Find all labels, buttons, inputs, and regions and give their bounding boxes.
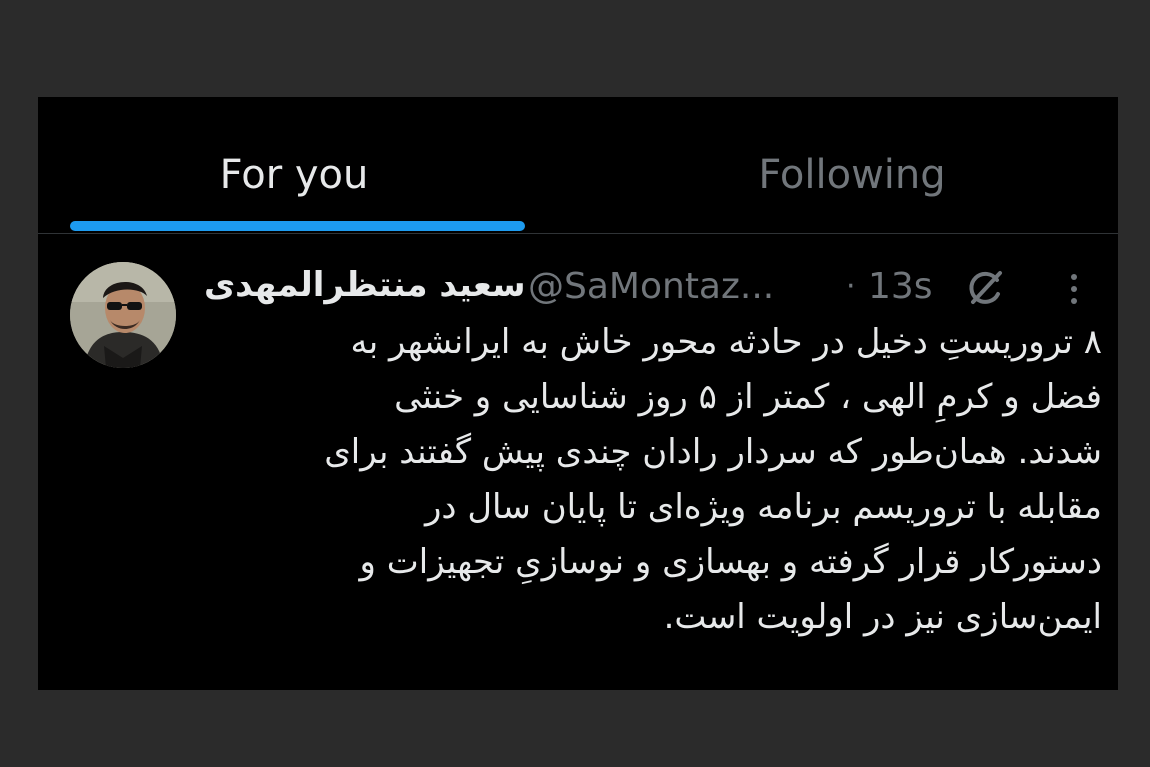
tab-following-label: Following bbox=[758, 152, 946, 198]
tab-for-you[interactable]: For you bbox=[38, 97, 578, 233]
more-options-icon[interactable] bbox=[1062, 265, 1086, 313]
more-options-dots bbox=[1071, 274, 1077, 304]
avatar-photo bbox=[70, 262, 176, 368]
tweet-timestamp[interactable]: 13s bbox=[868, 265, 933, 309]
display-name[interactable]: سعید منتظرالمهدی bbox=[204, 263, 526, 307]
user-handle[interactable]: @SaMontaz... bbox=[528, 265, 774, 309]
header-separator: · bbox=[846, 269, 856, 304]
grok-icon[interactable] bbox=[964, 267, 1006, 309]
tweet-header: سعید منتظرالمهدی @SaMontaz... · 13s bbox=[198, 257, 1118, 313]
active-tab-indicator bbox=[70, 221, 525, 231]
grok-icon-glyph bbox=[969, 271, 1002, 304]
tab-following[interactable]: Following bbox=[578, 97, 1118, 233]
timeline-screen: For you Following سعید منتظرالمهدی @SaMo… bbox=[38, 97, 1118, 690]
timeline-tabs: For you Following bbox=[38, 97, 1118, 234]
tab-for-you-label: For you bbox=[219, 152, 369, 198]
tweet-text: ۸ تروریستِ دخیل در حادثه محور خاش به ایر… bbox=[324, 322, 1102, 637]
avatar[interactable] bbox=[70, 262, 176, 368]
